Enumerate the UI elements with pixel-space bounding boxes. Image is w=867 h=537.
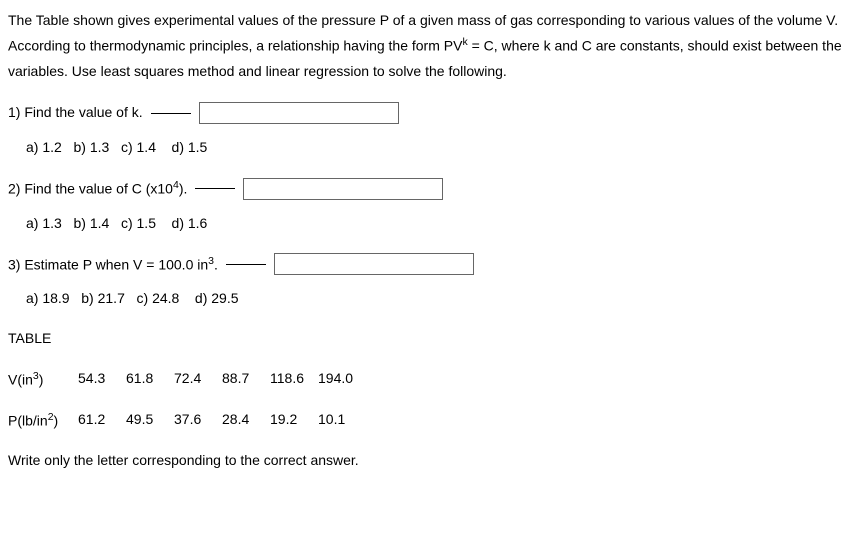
v-label: V(in3)	[8, 369, 78, 390]
q3-options: a) 18.9 b) 21.7 c) 24.8 d) 29.5	[26, 289, 859, 309]
table-row-v: V(in3) 54.3 61.8 72.4 88.7 118.6 194.0	[8, 369, 859, 390]
v-label-pre: V(in	[8, 371, 33, 387]
q2-opt-c: c) 1.5	[121, 214, 156, 234]
table-row-p: P(lb/in2) 61.2 49.5 37.6 28.4 19.2 10.1	[8, 410, 859, 431]
q3-input[interactable]	[274, 253, 474, 275]
v-val-3: 88.7	[222, 369, 270, 390]
question-3: 3) Estimate P when V = 100.0 in3.	[8, 253, 859, 275]
p-label-post: )	[54, 413, 59, 429]
q2-blank	[195, 188, 235, 189]
q1-opt-b: b) 1.3	[73, 138, 109, 158]
v-val-2: 72.4	[174, 369, 222, 390]
q1-opt-a: a) 1.2	[26, 138, 62, 158]
p-label: P(lb/in2)	[8, 410, 78, 431]
table-heading: TABLE	[8, 329, 859, 349]
v-val-5: 194.0	[318, 369, 366, 390]
v-val-0: 54.3	[78, 369, 126, 390]
q1-input[interactable]	[199, 102, 399, 124]
p-val-1: 49.5	[126, 410, 174, 431]
q2-opt-a: a) 1.3	[26, 214, 62, 234]
q3-blank	[226, 264, 266, 265]
q3-prompt: 3) Estimate P when V = 100.0 in3.	[8, 254, 218, 275]
q2-options: a) 1.3 b) 1.4 c) 1.5 d) 1.6	[26, 214, 859, 234]
q2-prompt: 2) Find the value of C (x104).	[8, 178, 187, 199]
p-val-0: 61.2	[78, 410, 126, 431]
q1-blank	[151, 113, 191, 114]
intro-text: The Table shown gives experimental value…	[8, 8, 859, 84]
p-val-4: 19.2	[270, 410, 318, 431]
q1-opt-d: d) 1.5	[172, 138, 208, 158]
q3-opt-c: c) 24.8	[137, 289, 180, 309]
q2-post: ).	[179, 181, 188, 197]
p-val-3: 28.4	[222, 410, 270, 431]
q2-opt-b: b) 1.4	[73, 214, 109, 234]
q3-opt-d: d) 29.5	[195, 289, 239, 309]
q2-pre: 2) Find the value of C (x10	[8, 181, 173, 197]
p-label-pre: P(lb/in	[8, 413, 48, 429]
v-val-4: 118.6	[270, 369, 318, 390]
q1-opt-c: c) 1.4	[121, 138, 156, 158]
q2-input[interactable]	[243, 178, 443, 200]
final-instruction: Write only the letter corresponding to t…	[8, 451, 859, 471]
question-2: 2) Find the value of C (x104).	[8, 178, 859, 200]
q3-pre: 3) Estimate P when V = 100.0 in	[8, 256, 208, 272]
question-1: 1) Find the value of k.	[8, 102, 859, 124]
q3-post: .	[214, 256, 218, 272]
q3-opt-a: a) 18.9	[26, 289, 70, 309]
p-val-2: 37.6	[174, 410, 222, 431]
q2-opt-d: d) 1.6	[172, 214, 208, 234]
q3-opt-b: b) 21.7	[81, 289, 125, 309]
p-val-5: 10.1	[318, 410, 366, 431]
q1-prompt: 1) Find the value of k.	[8, 103, 143, 123]
v-label-post: )	[39, 371, 44, 387]
q1-options: a) 1.2 b) 1.3 c) 1.4 d) 1.5	[26, 138, 859, 158]
v-val-1: 61.8	[126, 369, 174, 390]
data-table: TABLE V(in3) 54.3 61.8 72.4 88.7 118.6 1…	[8, 329, 859, 431]
